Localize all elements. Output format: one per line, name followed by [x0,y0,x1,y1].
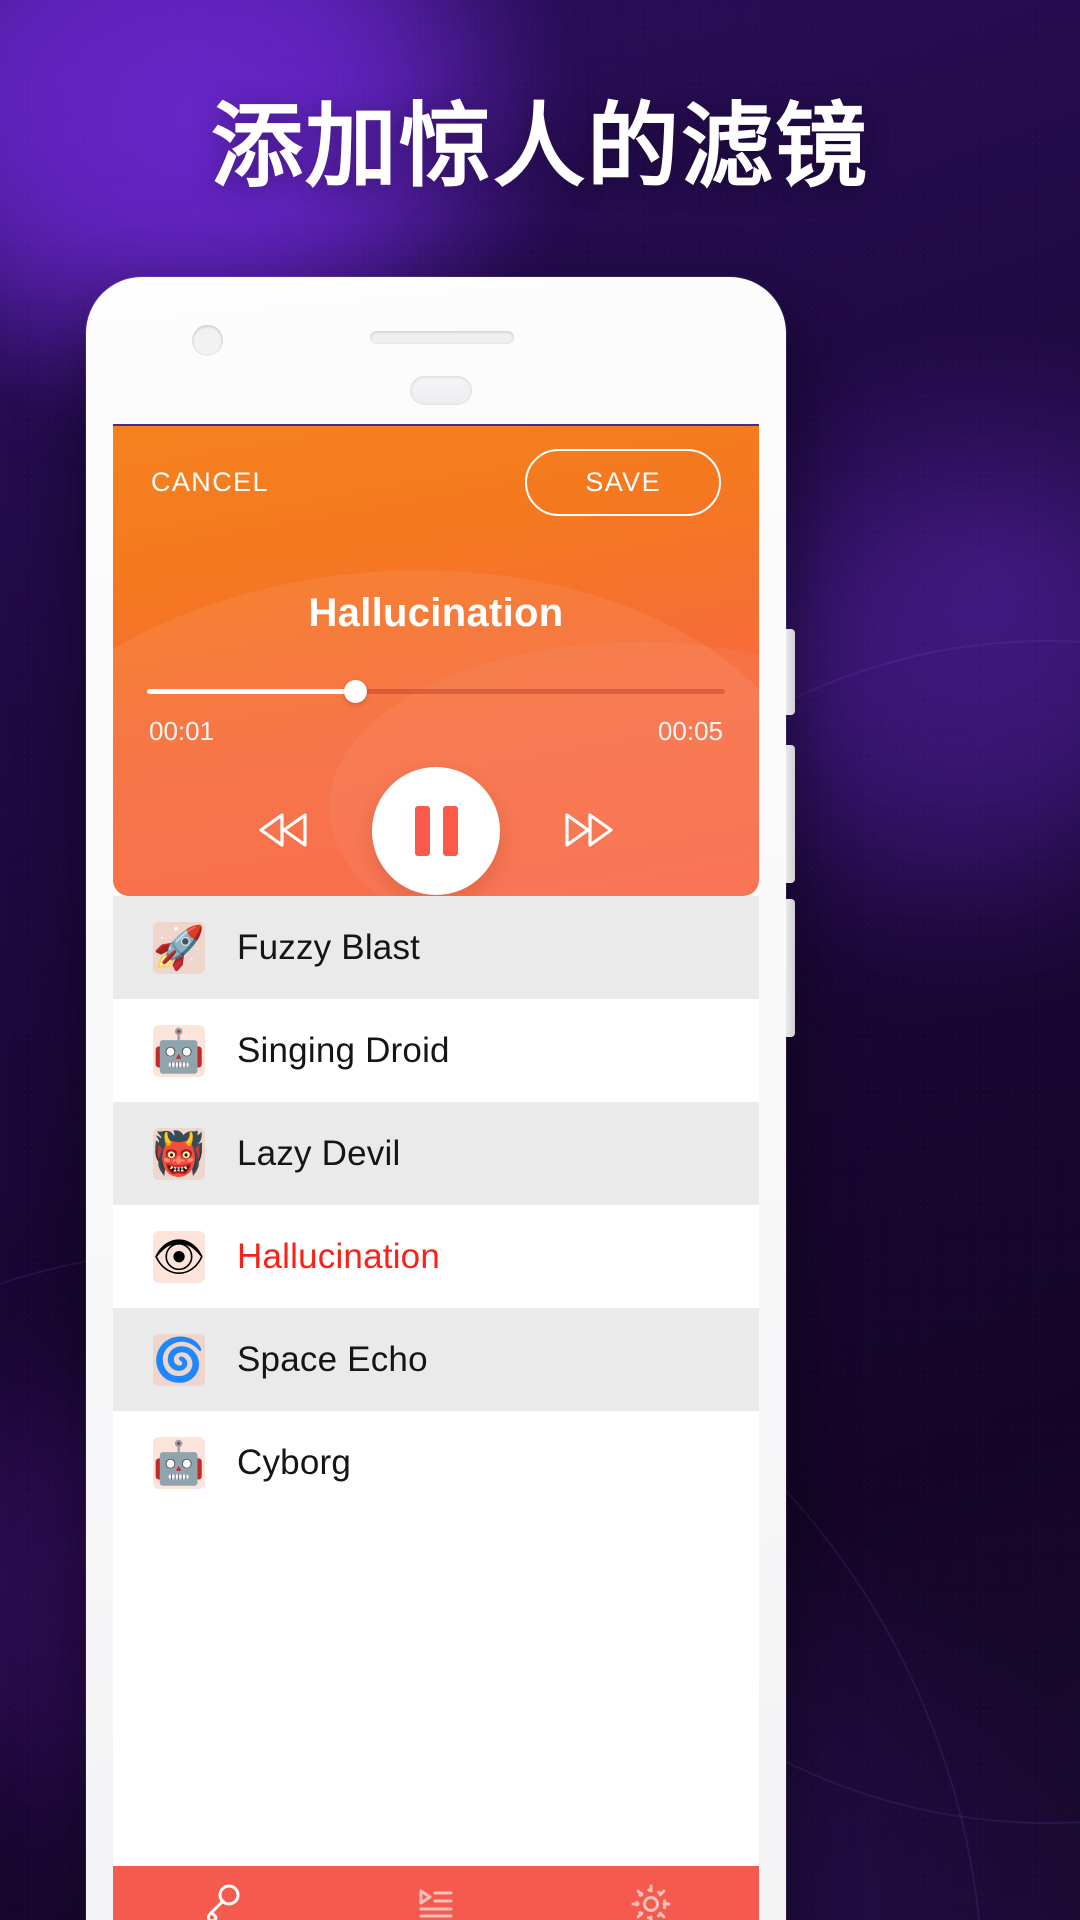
filter-label: Cyborg [237,1442,352,1482]
player-panel: CANCEL SAVE Hallucination 00:01 00:05 [113,426,759,896]
filter-row[interactable]: 👹 Lazy Devil [113,1102,759,1205]
bottom-navigation: StudioMy tracksSettings [113,1866,759,1920]
time-labels: 00:01 00:05 [149,716,723,747]
robot-icon: 🤖 [153,1024,205,1077]
seek-thumb[interactable] [344,680,368,703]
promo-headline: 添加惊人的滤镜 [210,96,869,198]
total-time-label: 00:05 [657,716,723,746]
filter-row[interactable]: 🤖 Cyborg [113,1411,759,1514]
filter-label: Singing Droid [237,1030,450,1070]
nav-item-my-tracks[interactable]: My tracks [328,1866,543,1920]
fast-forward-button[interactable] [554,796,624,866]
eye-icon: 👁 [152,1230,206,1283]
front-camera-icon [192,325,223,356]
volume-down-button [786,899,795,1037]
pause-icon [442,806,458,856]
rewind-icon [253,809,313,854]
track-title: Hallucination [308,591,564,635]
power-button [786,629,795,715]
devil-icon: 👹 [153,1127,205,1180]
volume-up-button [786,745,795,883]
space-echo-icon: 🌀 [153,1333,205,1386]
rocket-icon: 🚀 [153,921,205,974]
seek-progress-fill [147,689,356,694]
app-store-promo-screenshot: 添加惊人的滤镜 CANCEL SAVE Hallucination 00:01 … [0,0,1080,1920]
microphone-icon [198,1881,244,1920]
rewind-button[interactable] [248,796,318,866]
filter-row[interactable]: 🤖 Singing Droid [113,999,759,1102]
gear-icon [628,1881,674,1920]
home-button [410,376,472,405]
filter-label: Lazy Devil [237,1133,401,1173]
playlist-icon [413,1881,459,1920]
fast-forward-icon [559,809,619,854]
current-time-label: 00:01 [149,716,215,746]
seek-slider[interactable] [147,680,725,703]
phone-screen: CANCEL SAVE Hallucination 00:01 00:05 🚀 … [113,424,759,1920]
cancel-button[interactable]: CANCEL [151,467,269,498]
filter-label: Space Echo [237,1339,428,1379]
save-button[interactable]: SAVE [525,449,721,516]
phone-mockup: CANCEL SAVE Hallucination 00:01 00:05 🚀 … [86,277,795,1920]
nav-item-studio[interactable]: Studio [113,1866,328,1920]
playback-controls [113,767,759,895]
filter-row[interactable]: 👁 Hallucination [113,1205,759,1308]
filter-row[interactable]: 🌀 Space Echo [113,1308,759,1411]
cyborg-icon: 🤖 [153,1436,205,1489]
filter-row[interactable]: 🚀 Fuzzy Blast [113,896,759,999]
player-header: CANCEL SAVE [113,426,759,539]
nav-item-settings[interactable]: Settings [544,1866,759,1920]
filter-label: Hallucination [237,1236,440,1276]
filter-label: Fuzzy Blast [237,927,421,967]
pause-icon [414,806,430,856]
earpiece-speaker [370,331,514,344]
filter-list: 🚀 Fuzzy Blast 🤖 Singing Droid 👹 Lazy Devil 👁 Ha… [113,896,759,1514]
pause-button[interactable] [372,767,500,895]
